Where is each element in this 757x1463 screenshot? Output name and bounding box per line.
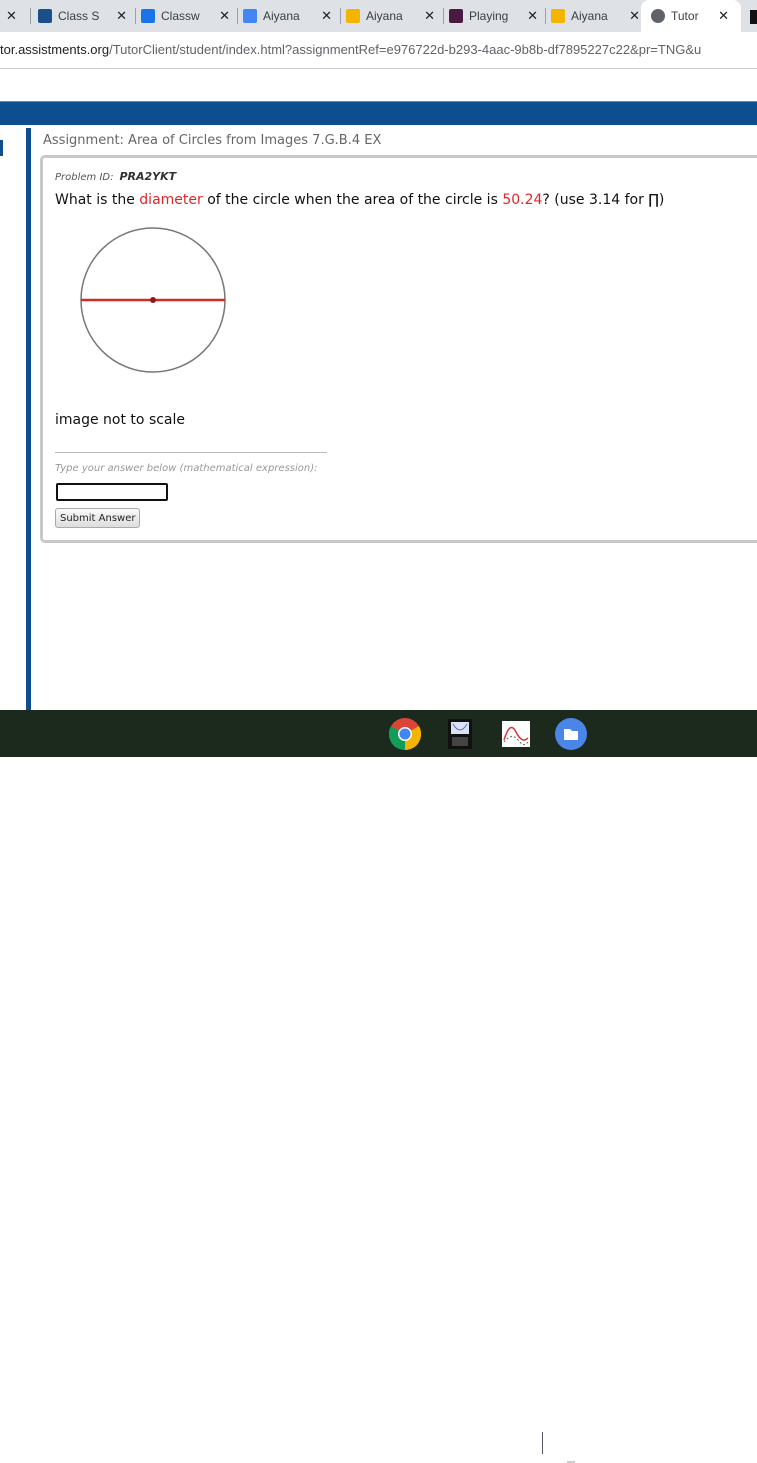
- taskbar: [0, 710, 757, 1463]
- tab-label: Aiyana: [366, 9, 403, 23]
- calculator-icon[interactable]: [444, 718, 476, 750]
- tab-label: Classw: [161, 9, 200, 23]
- sidebar-accent-bar: [26, 128, 31, 710]
- close-icon[interactable]: ✕: [527, 8, 538, 24]
- url-text[interactable]: tor.assistments.org/TutorClient/student/…: [0, 42, 701, 57]
- problem-id-label: Problem ID:: [55, 172, 114, 183]
- tab-label: Aiyana: [263, 9, 300, 23]
- question-part: What is the: [55, 192, 140, 208]
- tab-bar: ✕ Class S ✕ Classw ✕ Aiyana ✕ Aiyana ✕ Playing ✕ A…: [0, 0, 757, 32]
- taskbar-divider: [542, 1432, 543, 1454]
- answer-hint: Type your answer below (mathematical exp…: [55, 463, 318, 474]
- graph-icon[interactable]: [500, 718, 532, 750]
- tab-aiyana[interactable]: Aiyana ✕: [551, 4, 646, 28]
- close-icon[interactable]: ✕: [424, 8, 435, 24]
- question-area-value: 50.24: [502, 192, 543, 208]
- question-text: What is the diameter of the circle when …: [55, 192, 664, 208]
- quizlet-icon: [449, 9, 463, 23]
- tab-tutor[interactable]: Tutor ✕: [641, 0, 741, 32]
- chrome-icon[interactable]: [389, 718, 421, 750]
- close-icon[interactable]: ✕: [629, 8, 640, 24]
- close-icon[interactable]: ✕: [116, 8, 127, 24]
- tab-divider: [340, 8, 341, 24]
- site-header-band: [0, 101, 757, 125]
- tab-class-s[interactable]: Class S ✕: [38, 4, 133, 28]
- tab-divider: [30, 8, 31, 24]
- tab-divider: [443, 8, 444, 24]
- tab-label: Tutor: [671, 9, 699, 23]
- slides-icon: [346, 9, 360, 23]
- submit-answer-button[interactable]: Submit Answer: [55, 508, 141, 528]
- center-point: [150, 297, 156, 303]
- tab-label: Aiyana: [571, 9, 608, 23]
- tab-divider: [237, 8, 238, 24]
- url-host: tor.assistments.org: [0, 42, 110, 57]
- url-path: /TutorClient/student/index.html?assignme…: [109, 42, 702, 57]
- files-icon[interactable]: [555, 718, 587, 750]
- problem-card: Problem ID: PRA2YKT What is the diameter …: [40, 155, 757, 543]
- tab-classw[interactable]: Classw ✕: [141, 4, 236, 28]
- close-icon[interactable]: ✕: [219, 8, 230, 24]
- question-term: diameter: [139, 192, 203, 208]
- classroom-icon: [141, 9, 155, 23]
- address-bar[interactable]: tor.assistments.org/TutorClient/student/…: [0, 32, 757, 69]
- tab-aiyana[interactable]: Aiyana ✕: [346, 4, 441, 28]
- answer-input[interactable]: [56, 483, 168, 501]
- scale-note: image not to scale: [55, 412, 186, 428]
- close-icon[interactable]: ✕: [321, 8, 332, 24]
- problem-id: Problem ID: PRA2YKT: [55, 170, 176, 183]
- circle-diagram: [80, 227, 226, 373]
- divider: [55, 452, 327, 453]
- tab-divider: [135, 8, 136, 24]
- slides-icon: [551, 9, 565, 23]
- tab-playing[interactable]: Playing ✕: [449, 4, 544, 28]
- question-part: of the circle when the area of the circl…: [202, 192, 503, 208]
- tab-divider: [545, 8, 546, 24]
- tab-close-button[interactable]: ✕: [6, 4, 17, 28]
- tab-label: Playing: [469, 9, 509, 23]
- close-icon[interactable]: ✕: [718, 8, 729, 24]
- problem-id-value: PRA2YKT: [119, 170, 177, 183]
- globe-icon: [651, 9, 665, 23]
- powerschool-icon: [38, 9, 52, 23]
- tab-aiyana[interactable]: Aiyana ✕: [243, 4, 338, 28]
- question-part: ? (use 3.14 for ∏): [542, 192, 665, 208]
- assignment-title: Assignment: Area of Circles from Images …: [43, 133, 382, 148]
- docs-icon: [243, 9, 257, 23]
- tab-overflow[interactable]: [750, 10, 757, 24]
- sidebar-marker: [0, 140, 3, 156]
- tab-label: Class S: [58, 9, 100, 23]
